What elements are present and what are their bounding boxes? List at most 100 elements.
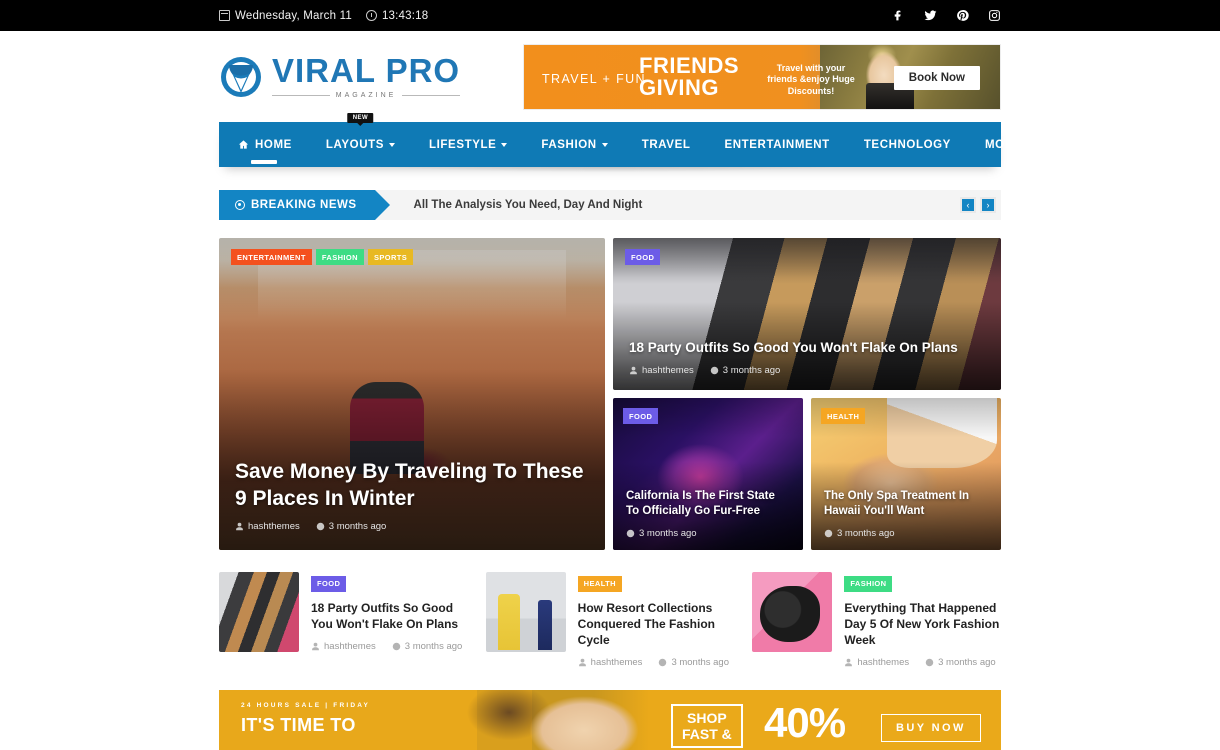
clock-icon (710, 366, 719, 375)
card-categories: FOOD (625, 249, 661, 265)
instagram-icon[interactable] (987, 9, 1001, 23)
category-badge-fashion[interactable]: FASHION (844, 575, 893, 592)
clock-icon (925, 658, 934, 667)
post-meta: hashthemes 3 months ago (311, 641, 468, 652)
nav-label: TRAVEL (641, 138, 691, 151)
user-icon (578, 658, 587, 667)
ad-book-now-button[interactable]: Book Now (893, 65, 980, 90)
time-text: 13:43:18 (381, 9, 429, 22)
header-advertisement[interactable]: TRAVEL + FUN FRIENDS GIVING Travel with … (523, 43, 1001, 110)
ad-buy-now-button[interactable]: BUY NOW (881, 713, 981, 742)
ad-travel-label: TRAVEL + FUN (542, 71, 646, 86)
twitter-icon[interactable] (923, 9, 937, 23)
category-badge-sports[interactable]: SPORTS (367, 249, 414, 265)
article-title[interactable]: The Only Spa Treatment In Hawaii You'll … (824, 489, 988, 519)
featured-article-card-2[interactable]: FOOD 18 Party Outfits So Good You Won't … (613, 238, 1001, 390)
article-meta: hashthemes 3 months ago (629, 365, 985, 376)
hamburger-menu-icon[interactable] (1087, 135, 1108, 155)
pinterest-icon[interactable] (955, 9, 969, 23)
nav-item-lifestyle[interactable]: LIFESTYLE (412, 122, 524, 167)
post-thumbnail[interactable] (485, 572, 566, 652)
social-links (891, 9, 1001, 23)
breaking-next-button[interactable]: › (980, 197, 996, 213)
breaking-news-controls: ‹ › (960, 197, 1001, 213)
ad-discount-percent: 40% (764, 698, 846, 746)
logo-text: VIRAL PRO MAGAZINE (272, 52, 461, 99)
card-body: California Is The First State To Officia… (613, 489, 803, 550)
list-item[interactable]: HEALTH How Resort Collections Conquered … (485, 572, 735, 668)
logo-name: VIRAL PRO (272, 52, 461, 89)
bottom-advertisement[interactable]: 24 HOURS SALE | FRIDAY IT'S TIME TO SHOP… (219, 689, 1001, 750)
breaking-news-label: BREAKING NEWS (251, 199, 357, 211)
search-icon[interactable] (1050, 136, 1066, 152)
category-badge-food[interactable]: FOOD (311, 575, 347, 592)
ad-sale-label: 24 HOURS SALE | FRIDAY (241, 701, 371, 709)
breaking-prev-button[interactable]: ‹ (960, 197, 976, 213)
hero-article-title[interactable]: Save Money By Traveling To These 9 Place… (235, 458, 589, 512)
chevron-down-icon (1026, 143, 1033, 147)
category-badge-fashion[interactable]: FASHION (315, 249, 364, 265)
post-thumbnail[interactable] (219, 572, 299, 652)
clock-icon (365, 10, 377, 21)
card-body: 18 Party Outfits So Good You Won't Flake… (613, 339, 1001, 390)
article-meta: 3 months ago (824, 528, 988, 539)
facebook-icon[interactable] (891, 9, 905, 23)
post-thumbnail[interactable] (752, 572, 833, 652)
site-logo[interactable]: VIRAL PRO MAGAZINE (219, 52, 461, 99)
article-title[interactable]: 18 Party Outfits So Good You Won't Flake… (629, 339, 985, 356)
user-icon (629, 366, 638, 375)
featured-right-column: FOOD 18 Party Outfits So Good You Won't … (613, 238, 1001, 550)
topbar-meta: Wednesday, March 11 13:43:18 (219, 10, 428, 22)
ad-shop-badge: SHOP FAST & (671, 703, 743, 748)
post-title[interactable]: Everything That Happened Day 5 Of New Yo… (844, 600, 1001, 648)
list-item[interactable]: FOOD 18 Party Outfits So Good You Won't … (219, 572, 468, 668)
featured-article-card-3[interactable]: FOOD California Is The First State To Of… (613, 398, 803, 550)
list-item[interactable]: FASHION Everything That Happened Day 5 O… (752, 572, 1001, 668)
card-categories: HEALTH (821, 408, 866, 424)
nav-item-home[interactable]: HOME (219, 122, 309, 167)
clock-icon (316, 522, 325, 531)
nav-label: LIFESTYLE (429, 138, 497, 151)
nav-item-more[interactable]: MORE (968, 122, 1050, 167)
ad-headline-line1: FRIENDS (639, 52, 740, 78)
breaking-news-headline[interactable]: All The Analysis You Need, Day And Night (414, 199, 643, 211)
article-title[interactable]: California Is The First State To Officia… (626, 489, 790, 519)
clock-icon (658, 658, 667, 667)
hero-article-card[interactable]: ENTERTAINMENT FASHION SPORTS Save Money … (219, 238, 605, 550)
post-date: 3 months ago (658, 657, 729, 668)
ad-shop-line1: SHOP (687, 709, 727, 726)
nav-item-entertainment[interactable]: ENTERTAINMENT (707, 122, 846, 167)
post-info: HEALTH How Resort Collections Conquered … (577, 572, 735, 668)
category-badge-entertainment[interactable]: ENTERTAINMENT (231, 249, 312, 265)
hero-author: hashthemes (235, 521, 300, 532)
ad-shop-line2: FAST & (682, 725, 732, 742)
post-meta: hashthemes 3 months ago (578, 657, 735, 668)
featured-bottom-row: FOOD California Is The First State To Of… (613, 398, 1001, 550)
clock-icon (392, 642, 401, 651)
date-text: Wednesday, March 11 (235, 9, 352, 22)
nav-item-travel[interactable]: TRAVEL (625, 122, 708, 167)
post-date: 3 months ago (925, 657, 996, 668)
nav-label: ENTERTAINMENT (724, 138, 830, 151)
category-badge-food[interactable]: FOOD (625, 249, 661, 265)
logo-tagline: MAGAZINE (272, 92, 461, 99)
category-badge-health[interactable]: HEALTH (577, 575, 622, 592)
nav-item-fashion[interactable]: FASHION (524, 122, 624, 167)
hero-categories: ENTERTAINMENT FASHION SPORTS (231, 249, 414, 265)
navigation-wrapper: HOME NEW LAYOUTS LIFESTYLE FASHION TRAVE… (0, 113, 1220, 176)
nav-item-layouts[interactable]: NEW LAYOUTS (309, 113, 412, 167)
post-title[interactable]: How Resort Collections Conquered The Fas… (578, 600, 735, 648)
featured-article-card-4[interactable]: HEALTH The Only Spa Treatment In Hawaii … (811, 398, 1001, 550)
current-date: Wednesday, March 11 (219, 10, 352, 22)
clock-icon (626, 529, 635, 538)
main-navigation: HOME NEW LAYOUTS LIFESTYLE FASHION TRAVE… (219, 113, 1108, 176)
bottom-advertisement-wrapper: 24 HOURS SALE | FRIDAY IT'S TIME TO SHOP… (0, 689, 1220, 750)
post-title[interactable]: 18 Party Outfits So Good You Won't Flake… (311, 600, 468, 632)
post-info: FOOD 18 Party Outfits So Good You Won't … (311, 572, 468, 668)
card-categories: FOOD (623, 408, 659, 424)
nav-label: FASHION (541, 138, 597, 151)
nav-item-technology[interactable]: TECHNOLOGY (847, 122, 968, 167)
category-badge-food[interactable]: FOOD (623, 408, 659, 424)
user-icon (235, 522, 244, 531)
category-badge-health[interactable]: HEALTH (821, 408, 866, 424)
